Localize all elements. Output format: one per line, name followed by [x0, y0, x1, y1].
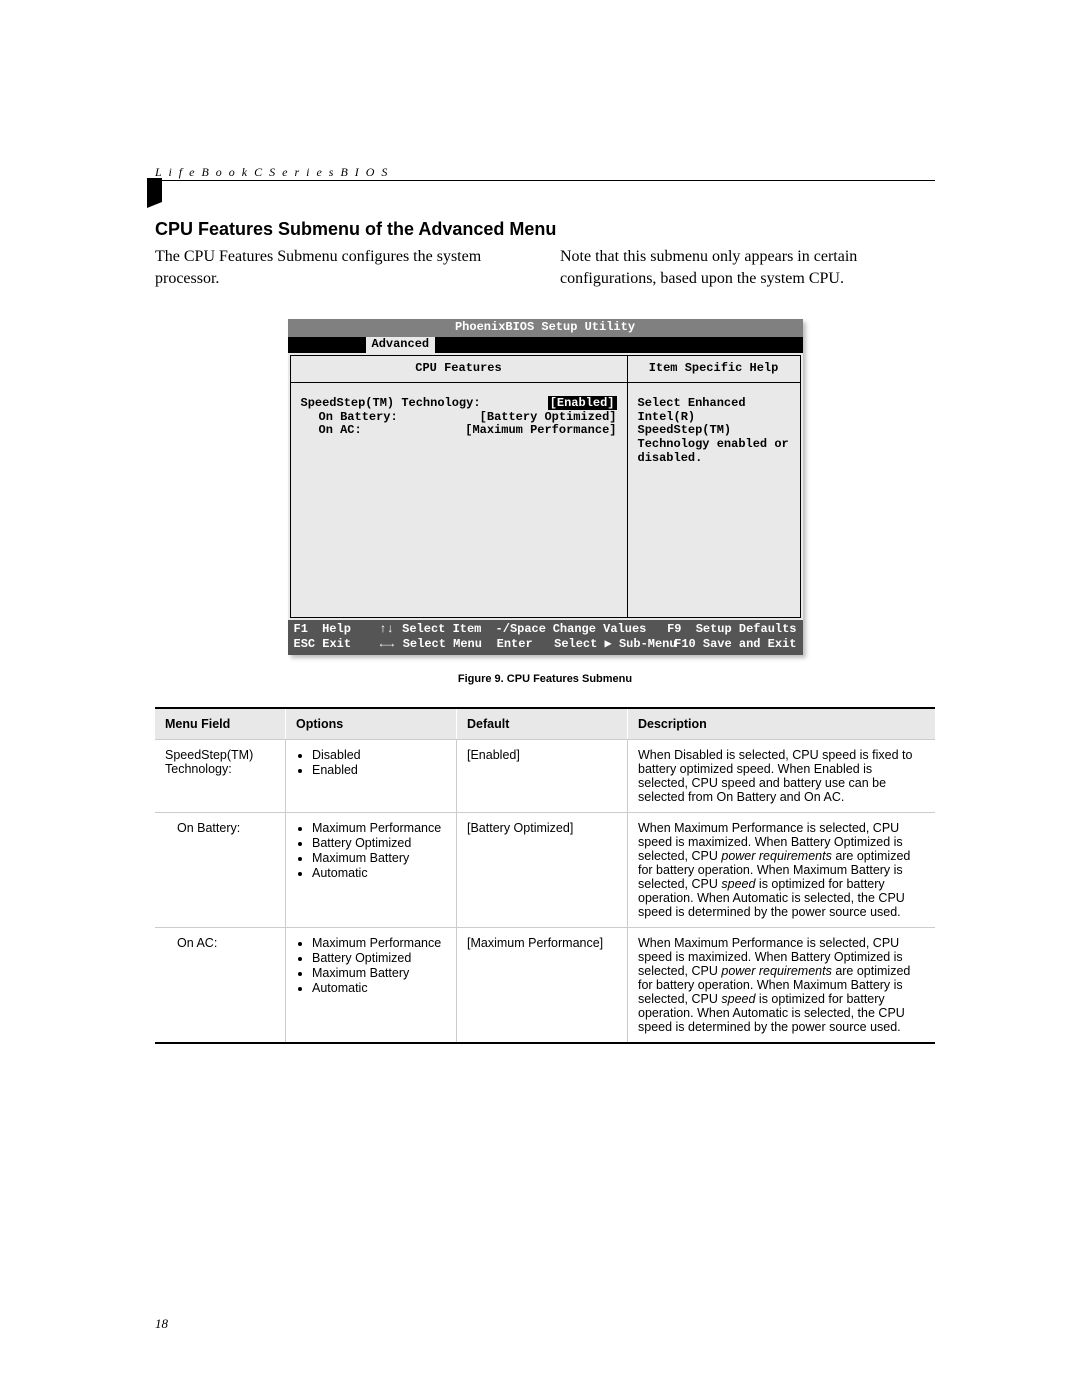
bios-left-title: CPU Features	[291, 356, 627, 383]
options-table: Menu FieldOptionsDefaultDescription Spee…	[155, 707, 935, 1044]
option-item: Maximum Performance	[312, 821, 446, 835]
bios-settings-panel: SpeedStep(TM) Technology:[Enabled]On Bat…	[291, 383, 627, 617]
bios-setting-value: [Maximum Performance]	[465, 424, 616, 438]
key-hint-key: ↑↓	[379, 622, 402, 637]
table-row: SpeedStep(TM) Technology:DisabledEnabled…	[155, 739, 935, 812]
table-header: Options	[286, 708, 457, 740]
bios-setting-row: SpeedStep(TM) Technology:[Enabled]	[301, 397, 617, 411]
option-item: Maximum Battery	[312, 966, 446, 980]
option-item: Battery Optimized	[312, 951, 446, 965]
cell-description: When Maximum Performance is selected, CP…	[628, 812, 936, 927]
cell-description: When Disabled is selected, CPU speed is …	[628, 739, 936, 812]
key-hint-label: Change Values	[553, 622, 667, 637]
table-header: Description	[628, 708, 936, 740]
option-item: Enabled	[312, 763, 446, 777]
key-hint-label: Select Menu	[403, 637, 497, 652]
section-marker-icon	[147, 178, 162, 202]
bios-setting-label: On AC:	[301, 424, 466, 438]
bios-setting-label: SpeedStep(TM) Technology:	[301, 397, 548, 411]
key-hint-key: F1	[294, 622, 323, 637]
cell-menu-field: On AC:	[155, 927, 286, 1043]
option-item: Disabled	[312, 748, 446, 762]
key-hint-label: Help	[322, 622, 379, 637]
key-hint-label: Save and Exit	[703, 637, 797, 652]
bios-setting-label: On Battery:	[301, 411, 480, 425]
cell-options: DisabledEnabled	[286, 739, 457, 812]
key-hint-key: -/Space	[496, 622, 553, 637]
key-hint-key: Enter	[497, 637, 554, 652]
bios-setting-value: [Battery Optimized]	[480, 411, 617, 425]
bios-key-legend: F1Help↑↓Select Item-/SpaceChange ValuesF…	[288, 620, 803, 655]
key-hint-label: Setup Defaults	[696, 622, 797, 637]
cell-default: [Maximum Performance]	[457, 927, 628, 1043]
key-hint-label: Exit	[322, 637, 379, 652]
cell-default: [Battery Optimized]	[457, 812, 628, 927]
section-heading: CPU Features Submenu of the Advanced Men…	[155, 219, 935, 240]
table-header: Default	[457, 708, 628, 740]
figure-caption: Figure 9. CPU Features Submenu	[155, 673, 935, 685]
table-header: Menu Field	[155, 708, 286, 740]
bios-setting-row: On AC:[Maximum Performance]	[301, 424, 617, 438]
key-hint-label: Select ▶ Sub-Menu	[554, 637, 674, 652]
tab-advanced: Advanced	[366, 337, 436, 353]
running-header: L i f e B o o k C S e r i e s B I O S	[155, 165, 389, 180]
intro-text: The CPU Features Submenu configures the …	[155, 246, 935, 289]
cell-options: Maximum PerformanceBattery OptimizedMaxi…	[286, 812, 457, 927]
page-number: 18	[155, 1316, 168, 1332]
bios-title: PhoenixBIOS Setup Utility	[288, 319, 803, 337]
intro-left: The CPU Features Submenu configures the …	[155, 246, 530, 289]
cell-menu-field: On Battery:	[155, 812, 286, 927]
key-hint-key: ←→	[380, 637, 403, 652]
option-item: Automatic	[312, 981, 446, 995]
cell-description: When Maximum Performance is selected, CP…	[628, 927, 936, 1043]
option-item: Battery Optimized	[312, 836, 446, 850]
key-hint-label: Select Item	[402, 622, 495, 637]
intro-right: Note that this submenu only appears in c…	[560, 246, 935, 289]
option-item: Maximum Battery	[312, 851, 446, 865]
key-hint-key: F9	[667, 622, 696, 637]
bios-setting-row: On Battery:[Battery Optimized]	[301, 411, 617, 425]
key-hint-key: F10	[674, 637, 703, 652]
cell-default: [Enabled]	[457, 739, 628, 812]
option-item: Automatic	[312, 866, 446, 880]
bios-setting-value: [Enabled]	[548, 397, 617, 411]
cell-options: Maximum PerformanceBattery OptimizedMaxi…	[286, 927, 457, 1043]
bios-help-title: Item Specific Help	[628, 356, 800, 383]
bios-tab-bar: Advanced	[288, 337, 803, 353]
bios-screenshot: PhoenixBIOS Setup Utility Advanced CPU F…	[288, 319, 803, 655]
key-hint-key: ESC	[294, 637, 323, 652]
bios-help-text: Select Enhanced Intel(R) SpeedStep(TM) T…	[628, 383, 800, 617]
table-row: On Battery:Maximum PerformanceBattery Op…	[155, 812, 935, 927]
option-item: Maximum Performance	[312, 936, 446, 950]
table-row: On AC:Maximum PerformanceBattery Optimiz…	[155, 927, 935, 1043]
cell-menu-field: SpeedStep(TM) Technology:	[155, 739, 286, 812]
